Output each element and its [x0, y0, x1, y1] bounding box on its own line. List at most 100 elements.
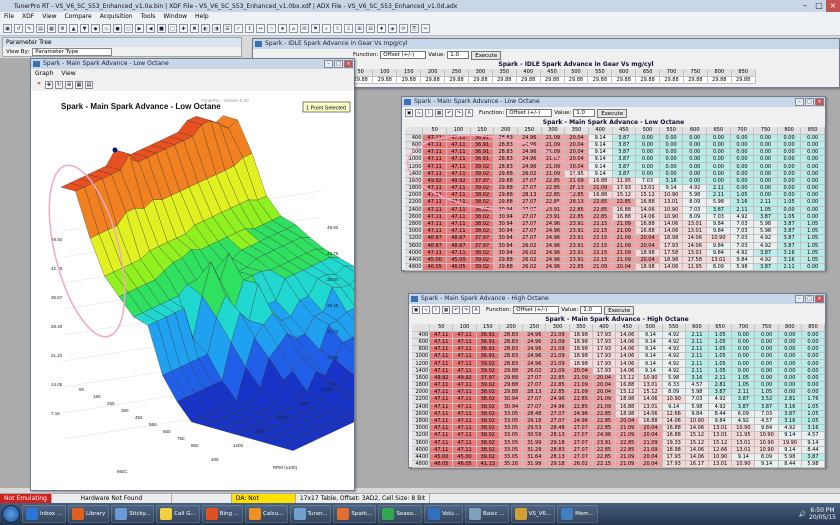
table-cell[interactable]: 29.88 — [635, 76, 661, 84]
table-cell[interactable]: 11.95 — [682, 263, 708, 272]
table-cell[interactable]: 14.06 — [662, 417, 686, 426]
table-cell[interactable]: 36.91 — [476, 338, 500, 347]
undo-icon[interactable]: ↶ — [445, 109, 453, 117]
function-select[interactable]: Offset (+/-) — [380, 51, 427, 59]
table-cell[interactable]: 1.05 — [708, 331, 733, 339]
toolbar-icon[interactable]: ▶ — [135, 24, 144, 33]
table-cell[interactable]: 0.00 — [659, 155, 684, 164]
table-cell[interactable]: 47.11 — [429, 431, 454, 440]
toolbar-icon[interactable]: ◐ — [201, 24, 210, 33]
table-cell[interactable]: 29.88 — [492, 76, 517, 84]
table-cell[interactable]: 18.98 — [635, 249, 660, 257]
table-cell[interactable]: 1.05 — [754, 388, 779, 397]
table-cell[interactable]: 47.11 — [429, 338, 454, 347]
table-cell[interactable]: 0.00 — [778, 345, 802, 354]
toolbar-icon[interactable]: ▦ — [47, 24, 56, 33]
taskbar-item[interactable]: Bing ... — [201, 505, 243, 523]
table-cell[interactable]: 3.87 — [708, 388, 733, 397]
table-cell[interactable]: 13.01 — [682, 227, 708, 236]
table-cell[interactable]: 2.11 — [730, 206, 755, 214]
table-cell[interactable]: 26.02 — [517, 256, 542, 265]
table-cell[interactable]: 3.16 — [801, 424, 826, 433]
table-cell[interactable]: 47.11 — [452, 446, 477, 454]
table-cell[interactable]: 29.88 — [499, 374, 524, 383]
table-cell[interactable]: 10.90 — [708, 453, 733, 462]
table-cell[interactable]: 47.11 — [452, 381, 477, 390]
table-cell[interactable]: 49.92 — [452, 374, 477, 383]
table-cell[interactable]: 38.02 — [470, 220, 495, 229]
table-cell[interactable]: 29.18 — [545, 439, 570, 447]
table-cell[interactable]: 28.83 — [545, 446, 570, 454]
table-cell[interactable]: 23.91 — [564, 242, 589, 250]
table-cell[interactable]: 3.87 — [612, 155, 637, 164]
table-cell[interactable]: 5.98 — [753, 220, 778, 229]
toolbar-icon[interactable]: ★ — [278, 24, 287, 33]
table-cell[interactable]: 20.04 — [638, 453, 663, 462]
table-icon[interactable]: ▤ — [85, 81, 93, 89]
table-cell[interactable]: 2.11 — [685, 352, 710, 361]
table-cell[interactable]: 2.11 — [685, 331, 710, 339]
table-cell[interactable]: 3.87 — [731, 403, 756, 411]
toolbar-icon[interactable]: ◀ — [146, 24, 155, 33]
table-cell[interactable]: 18.98 — [615, 410, 640, 418]
close-icon[interactable]: × — [815, 98, 824, 106]
table-cell[interactable]: 47.11 — [446, 220, 471, 229]
table-cell[interactable]: 29.88 — [659, 76, 684, 84]
table-cell[interactable]: 0.00 — [635, 148, 660, 157]
table-cell[interactable]: 0.00 — [754, 359, 779, 368]
table-cell[interactable]: 15.12 — [615, 388, 640, 397]
table-cell[interactable]: 0.00 — [801, 381, 826, 390]
taskbar-item[interactable]: Call G... — [156, 505, 200, 523]
table-cell[interactable]: 17.93 — [592, 345, 617, 354]
table-cell[interactable]: 20.04 — [635, 234, 660, 243]
table-cell[interactable]: 26.02 — [517, 263, 542, 272]
table-cell[interactable]: 3.87 — [612, 170, 637, 178]
table-cell[interactable]: 3.16 — [778, 403, 802, 411]
table-cell[interactable]: 10.90 — [754, 446, 779, 454]
table-cell[interactable]: 0.00 — [731, 331, 756, 339]
table-cell[interactable]: 33.05 — [499, 424, 524, 433]
table-cell[interactable]: 0.00 — [753, 170, 778, 178]
table-cell[interactable]: 3.87 — [777, 220, 802, 229]
table-cell[interactable]: 4.92 — [682, 184, 708, 193]
table-cell[interactable]: 28.83 — [499, 338, 524, 347]
table-cell[interactable]: 29.88 — [396, 76, 422, 84]
table-cell[interactable]: 3.87 — [777, 242, 802, 250]
table-cell[interactable]: 0.00 — [778, 367, 802, 375]
table-cell[interactable]: 18.98 — [569, 359, 593, 368]
table-cell[interactable]: 24.96 — [545, 395, 570, 404]
table-cell[interactable]: 27.07 — [522, 374, 547, 383]
table-cell[interactable]: 47.11 — [422, 220, 448, 229]
table-cell[interactable]: 3.87 — [778, 410, 802, 418]
table-cell[interactable]: 0.00 — [754, 381, 779, 390]
table-cell[interactable]: 24.96 — [522, 331, 547, 339]
table-cell[interactable]: 16.88 — [612, 206, 637, 214]
table-cell[interactable]: 0.00 — [706, 134, 731, 142]
table-cell[interactable]: 17.93 — [659, 242, 684, 250]
table-cell[interactable]: 47.11 — [452, 431, 477, 440]
table-cell[interactable]: 20.04 — [612, 263, 637, 272]
table-cell[interactable]: 27.07 — [569, 439, 593, 447]
table-cell[interactable]: 47.11 — [422, 227, 448, 236]
table-cell[interactable]: 18.98 — [569, 352, 593, 361]
table-cell[interactable]: 3.87 — [801, 453, 826, 462]
table-cell[interactable]: 0.00 — [635, 141, 660, 150]
table-cell[interactable]: 1.05 — [708, 338, 733, 347]
table-cell[interactable]: 4.92 — [662, 352, 686, 361]
table-cell[interactable]: 7.03 — [635, 177, 660, 186]
table-cell[interactable]: 0.00 — [706, 162, 731, 171]
table-cell[interactable]: 8.44 — [778, 460, 802, 469]
table-cell[interactable]: 4.92 — [662, 359, 686, 368]
close-icon[interactable]: × — [826, 0, 840, 12]
toolbar-icon[interactable]: ⊞ — [355, 24, 364, 33]
graph-icon[interactable]: ∿ — [415, 109, 423, 117]
table-cell[interactable]: 8.44 — [801, 446, 826, 454]
toolbar-icon[interactable]: ⌕ — [322, 24, 331, 33]
table-cell[interactable]: 0.00 — [801, 331, 826, 339]
table-cell[interactable]: 14.06 — [659, 227, 684, 236]
table-cell[interactable]: 26.02 — [517, 242, 542, 250]
table-cell[interactable]: 16.88 — [615, 403, 640, 411]
table-cell[interactable]: 28.83 — [499, 352, 524, 361]
table-cell[interactable]: 24.96 — [541, 227, 566, 236]
table-cell[interactable]: 0.00 — [682, 141, 708, 150]
